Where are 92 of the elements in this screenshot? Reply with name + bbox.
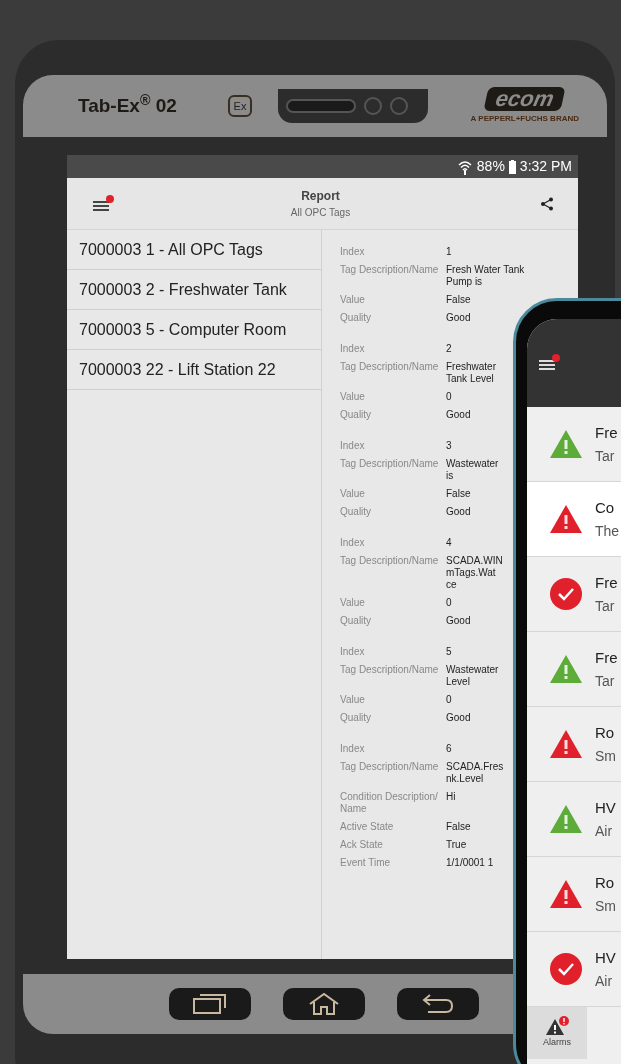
alarm-title: Ro — [595, 874, 616, 891]
alarm-title: Co — [595, 499, 616, 516]
field-value: Good — [446, 506, 471, 518]
field-label: Event Time — [340, 857, 392, 869]
field-label: Quality — [340, 409, 373, 421]
field-value: SCADA.WIN mTags.Wat ce — [446, 555, 503, 591]
alarm-subtitle: Tar — [595, 598, 616, 614]
alarm-title: HV — [595, 949, 616, 966]
field-value: 0 — [446, 694, 452, 706]
field-value: Good — [446, 712, 471, 724]
alarm-subtitle: Tar — [595, 448, 616, 464]
share-icon[interactable] — [540, 196, 554, 211]
field-label: Tag Description/Name — [340, 664, 440, 677]
field-value: SCADA.Fres nk.Level — [446, 761, 504, 785]
field-value: 2 — [446, 343, 452, 355]
battery-percent: 88% — [476, 157, 505, 176]
field-value: False — [446, 488, 471, 500]
field-value: True — [446, 839, 467, 851]
report-item[interactable]: 7000003 2 - Freshwater Tank — [67, 270, 321, 310]
field-value: False — [446, 821, 471, 833]
alarm-subtitle: The — [595, 523, 620, 539]
field-value: Wastewater Level — [446, 664, 499, 688]
field-label: Ack State — [340, 839, 384, 851]
field-label: Quality — [340, 506, 373, 518]
menu-icon[interactable] — [91, 193, 115, 214]
brand-logo: ecom — [483, 87, 567, 111]
alarm-title: HV — [595, 799, 616, 816]
field-label: Active State — [340, 821, 395, 833]
clock: 3:32 PM — [519, 157, 572, 176]
field-value: 6 — [446, 743, 452, 755]
field-value: 1/1/0001 1 — [446, 857, 494, 869]
recent-apps-button[interactable] — [169, 988, 251, 1020]
field-label: Value — [340, 294, 366, 306]
field-value: 4 — [446, 537, 452, 549]
field-label: Index — [340, 743, 366, 755]
recent-apps-icon — [192, 993, 228, 1015]
alarm-subtitle: Sm — [595, 898, 616, 914]
alarm-title: Fre — [595, 424, 618, 441]
app-subtitle: All OPC Tags — [290, 206, 351, 220]
ex-mark: Ex — [228, 95, 252, 117]
field-label: Quality — [340, 312, 373, 324]
field-value: 1 — [446, 246, 452, 258]
app-title: Report — [301, 188, 340, 205]
alarm-title: Fre — [595, 649, 618, 666]
alarm-title: Ro — [595, 724, 616, 741]
report-item[interactable]: 7000003 22 - Lift Station 22 — [67, 350, 321, 390]
field-label: Condition Description/ Name — [340, 791, 439, 815]
field-label: Tag Description/Name — [340, 264, 440, 277]
field-label: Index — [340, 646, 366, 658]
field-value: Good — [446, 312, 471, 324]
field-label: Tag Description/Name — [340, 458, 440, 471]
field-label: Value — [340, 391, 366, 403]
field-value: Freshwater Tank Level — [446, 361, 496, 385]
menu-icon[interactable] — [537, 353, 561, 373]
field-value: Hi — [446, 791, 456, 804]
report-item[interactable]: 7000003 5 - Computer Room — [67, 310, 321, 350]
alarms-tab[interactable]: Alarms — [527, 1007, 587, 1059]
field-label: Index — [340, 343, 366, 355]
field-value: Wastewater is — [446, 458, 499, 482]
home-button[interactable] — [283, 988, 365, 1020]
alarm-subtitle: Sm — [595, 748, 616, 764]
brand-tagline: A PEPPERL+FUCHS BRAND — [470, 113, 579, 125]
field-label: Value — [340, 597, 366, 609]
wifi-icon — [456, 158, 473, 175]
field-label: Quality — [340, 615, 373, 627]
model-name: Tab-Ex$^{®}$ 02 — [78, 91, 178, 118]
field-label: Tag Description/Name — [340, 361, 440, 374]
battery-icon — [508, 159, 516, 174]
report-item[interactable]: 7000003 1 - All OPC Tags — [67, 230, 321, 270]
field-label: Value — [340, 694, 366, 706]
field-label: Tag Description/Name — [340, 555, 440, 568]
field-value: 0 — [446, 391, 452, 403]
field-value: False — [446, 294, 471, 306]
alarm-subtitle: Air — [595, 973, 614, 989]
field-label: Index — [340, 440, 366, 452]
field-value: Good — [446, 409, 471, 421]
field-value: Good — [446, 615, 471, 627]
alarm-subtitle: Air — [595, 823, 614, 839]
field-label: Tag Description/Name — [340, 761, 440, 774]
back-icon — [420, 992, 456, 1016]
alarm-title: Fre — [595, 574, 618, 591]
field-value: 5 — [446, 646, 452, 658]
field-value: Fresh Water Tank Pump is — [446, 264, 525, 288]
field-label: Index — [340, 537, 366, 549]
field-label: Value — [340, 488, 366, 500]
field-value: 0 — [446, 597, 452, 609]
alarm-row[interactable]: Co The — [527, 482, 621, 557]
back-button[interactable] — [397, 988, 479, 1020]
field-value: 3 — [446, 440, 452, 452]
field-label: Index — [340, 246, 366, 258]
field-label: Quality — [340, 712, 373, 724]
alarm-subtitle: Tar — [595, 673, 616, 689]
